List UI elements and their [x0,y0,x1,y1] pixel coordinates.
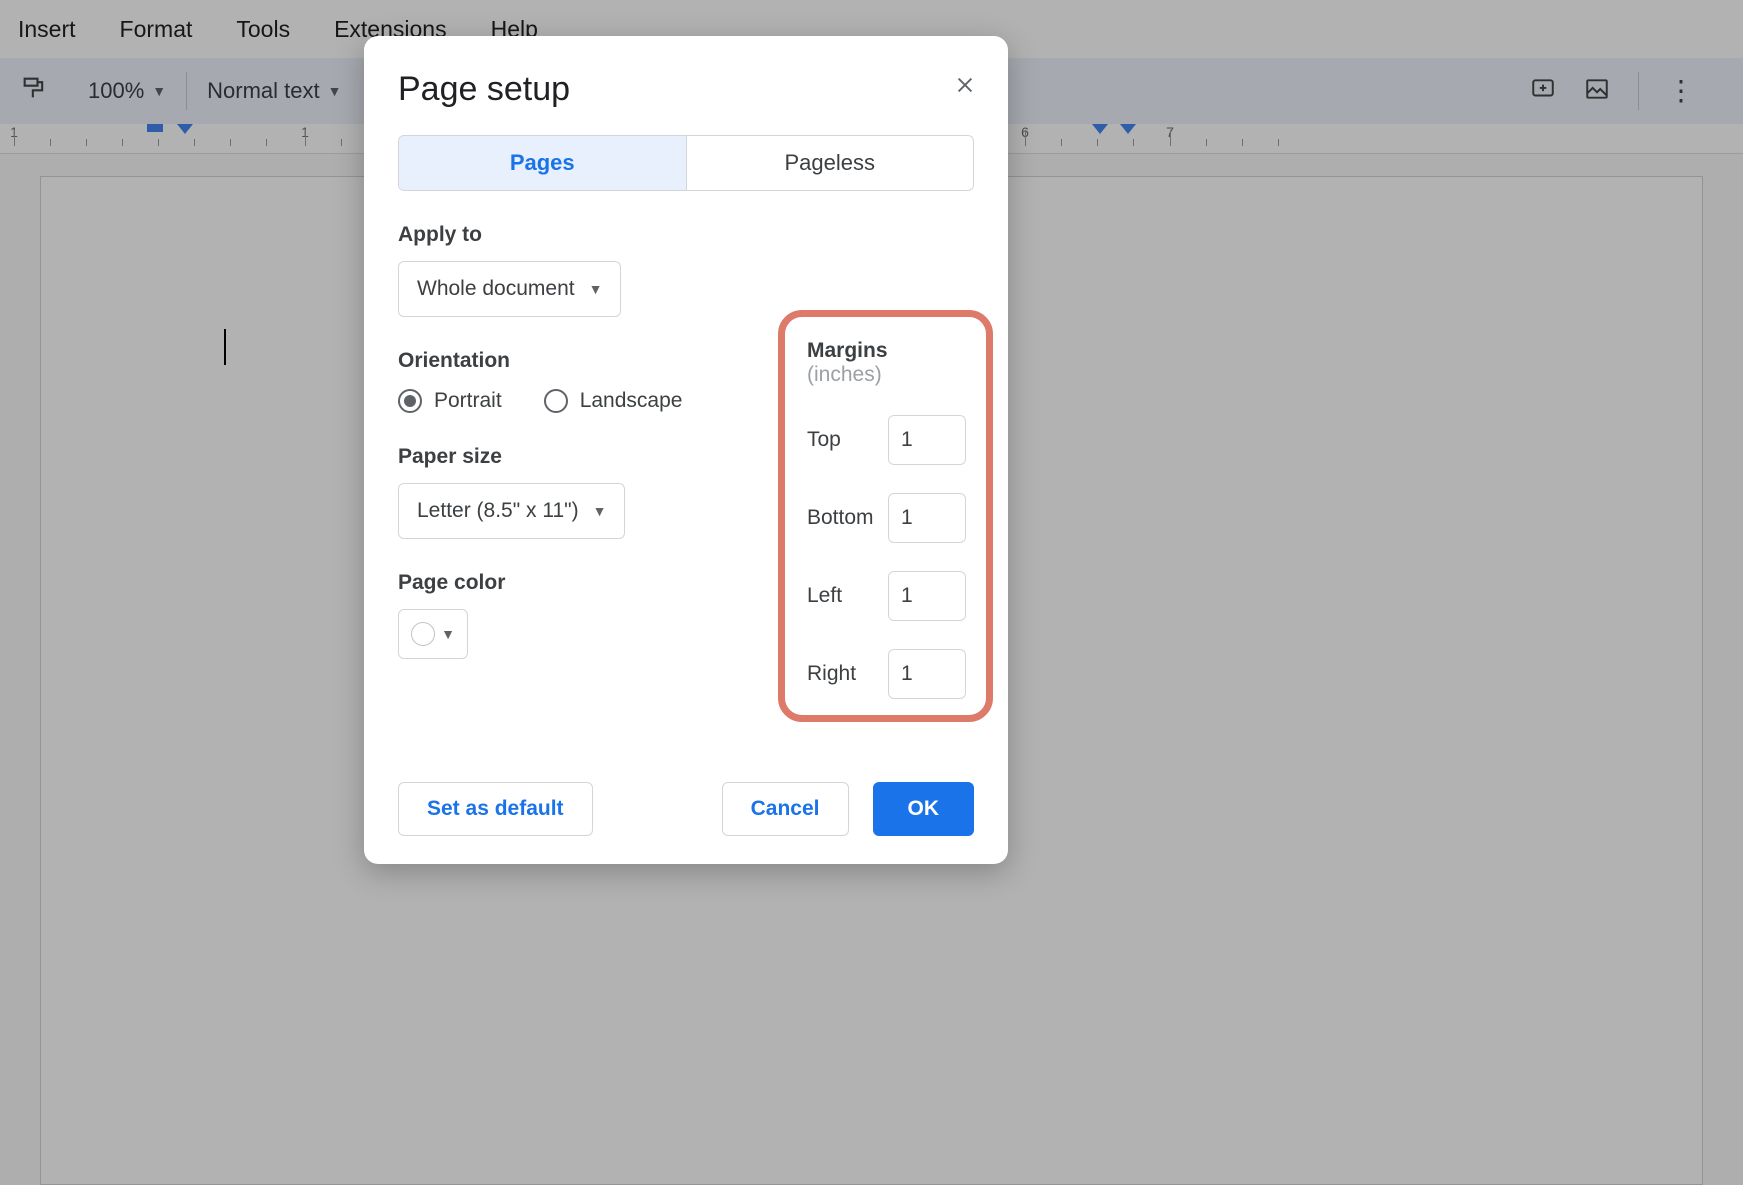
margin-row-right: Right [807,649,966,699]
tab-pages[interactable]: Pages [399,136,687,190]
chevron-down-icon: ▼ [441,626,455,642]
color-swatch-icon [411,622,435,646]
tab-bar: Pages Pageless [398,135,974,191]
close-icon [954,74,976,96]
apply-to-value: Whole document [417,277,575,301]
ok-button[interactable]: OK [873,782,975,836]
page-color-select[interactable]: ▼ [398,609,468,659]
apply-to-select[interactable]: Whole document ▼ [398,261,621,317]
radio-label: Landscape [580,389,683,413]
cancel-button[interactable]: Cancel [722,782,849,836]
chevron-down-icon: ▼ [593,503,607,519]
margin-label: Right [807,662,856,686]
margin-right-input[interactable] [888,649,966,699]
radio-label: Portrait [434,389,502,413]
close-button[interactable] [950,70,980,100]
margin-left-input[interactable] [888,571,966,621]
orientation-portrait[interactable]: Portrait [398,389,502,413]
margin-bottom-input[interactable] [888,493,966,543]
margin-row-top: Top [807,415,966,465]
radio-icon [398,389,422,413]
margin-label: Top [807,428,841,452]
margin-row-left: Left [807,571,966,621]
orientation-landscape[interactable]: Landscape [544,389,683,413]
chevron-down-icon: ▼ [589,281,603,297]
modal-backdrop: Page setup Pages Pageless Apply to Whole… [0,0,1743,1185]
margin-row-bottom: Bottom [807,493,966,543]
margins-label: Margins (inches) [807,339,966,387]
radio-icon [544,389,568,413]
tab-pageless[interactable]: Pageless [687,136,974,190]
paper-size-value: Letter (8.5" x 11") [417,499,579,523]
paper-size-select[interactable]: Letter (8.5" x 11") ▼ [398,483,625,539]
margin-label: Bottom [807,506,874,530]
margin-top-input[interactable] [888,415,966,465]
margin-label: Left [807,584,842,608]
set-as-default-button[interactable]: Set as default [398,782,593,836]
apply-to-label: Apply to [398,223,974,247]
dialog-buttons: Set as default Cancel OK [398,782,974,836]
dialog-title: Page setup [398,70,974,109]
margins-section-highlight: Margins (inches) Top Bottom Left Right [778,310,993,722]
